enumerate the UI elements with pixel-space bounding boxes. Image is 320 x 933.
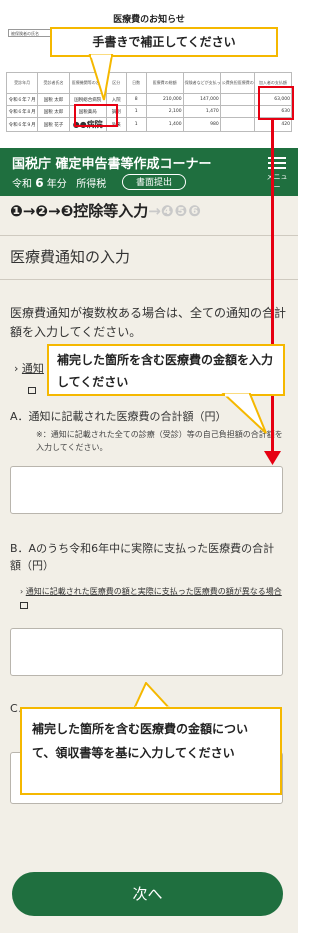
step-arrow-future: →	[148, 202, 161, 220]
connector-line	[271, 120, 274, 458]
cell: 8	[125, 93, 147, 106]
cell: 980	[182, 117, 221, 132]
cell: 令和６年７月	[5, 93, 39, 106]
divider	[0, 279, 298, 280]
step-1: ❶	[10, 202, 23, 220]
cell	[219, 105, 255, 118]
cell: 1	[125, 117, 147, 132]
notice-table-header: 受診年月 受診者氏名 医療機関等の名称 区分 日数 医療費の総額 保険者などが支…	[5, 72, 293, 94]
cell: 国税 花子	[37, 117, 70, 132]
cell: 令和６年８月	[5, 105, 39, 118]
app-title: 国税庁 確定申告書等作成コーナー	[12, 157, 212, 172]
instruction-text: 医療費通知が複数枚ある場合は、全ての通知の合計額を入力してください。	[10, 306, 287, 339]
external-link-icon	[20, 602, 28, 609]
tax-year: 令和 6 年分 所得税	[12, 175, 106, 190]
header-cell: 受診年月	[5, 72, 39, 94]
amount-a-input[interactable]	[10, 466, 283, 514]
notice-table: 受診年月 受診者氏名 医療機関等の名称 区分 日数 医療費の総額 保険者などが支…	[5, 72, 293, 132]
step-3-current: ❸	[60, 202, 74, 220]
callout-tail-top	[88, 54, 114, 101]
main-content: ❶→❷→❸控除等入力→❹❺❻ 医療費通知の入力 医療費通知が複数枚ある場合は、全…	[0, 196, 298, 933]
header-cell: 受診者氏名	[37, 72, 70, 94]
step-arrow: →	[22, 202, 36, 220]
question-b-link[interactable]: › 通知に記載された医療費の額と実際に支払った医療費の額が異なる場合	[20, 585, 284, 613]
callout-receipt-text: 補完した箇所を含む医療費の金額について、領収書等を基に入力してください	[32, 722, 249, 760]
cell	[219, 93, 255, 106]
chevron-right-icon: ›	[14, 362, 19, 375]
cell: 2,100	[145, 105, 184, 118]
year-prefix: 令和	[12, 179, 32, 190]
cell	[219, 117, 255, 132]
cell: 147,000	[182, 93, 221, 106]
callout-tail-mid	[221, 393, 267, 434]
header-cell: 保険者などが支払った額	[182, 72, 221, 94]
cell: 国税 太郎	[37, 105, 70, 118]
cell: 国税 太郎	[37, 93, 70, 106]
notice-link-text: 通知	[21, 362, 44, 375]
divider	[0, 235, 298, 236]
arrow-down-icon	[264, 451, 281, 465]
app-header: 国税庁 確定申告書等作成コーナー 令和 6 年分 所得税 書面提出 メニュー	[0, 148, 298, 196]
callout-handwrite: 手書きで補正してください	[50, 27, 278, 57]
tax-type: 所得税	[76, 179, 107, 190]
callout-enter-amount: 補完した箇所を含む医療費の金額を入力してください	[47, 344, 285, 396]
cell: 1,470	[182, 105, 221, 118]
cell: 令和６年９月	[5, 117, 39, 132]
menu-label: メニュー	[266, 173, 288, 191]
callout-tail-bottom	[132, 682, 173, 710]
table-row: 令和６年９月 国税 花子 ●●病院 外来 1 1,400 980 420	[5, 117, 293, 132]
amount-b-input[interactable]	[10, 628, 283, 676]
next-button[interactable]: 次へ	[12, 872, 283, 916]
notice-title: 医療費のお知らせ	[113, 15, 185, 25]
question-b-link-text: 通知に記載された医療費の額と実際に支払った医療費の額が異なる場合	[25, 587, 282, 596]
cell: 1	[125, 105, 147, 118]
header-cell: 医療費の総額	[145, 72, 184, 94]
page-title: 医療費通知の入力	[10, 248, 131, 266]
callout-enter-amount-text: 補完した箇所を含む医療費の金額を入力してください	[57, 353, 274, 389]
step-progress: ❶→❷→❸控除等入力→❹❺❻	[10, 200, 202, 221]
highlight-hospital-name	[74, 104, 118, 127]
year-number: 6	[35, 176, 44, 190]
header-cell: 日数	[125, 72, 147, 94]
cell: 210,000	[145, 93, 184, 106]
step-arrow: →	[47, 202, 61, 220]
year-suffix: 年分	[46, 179, 67, 190]
question-b-label: B．Aのうち令和6年中に実際に支払った医療費の合計額（円）	[10, 542, 275, 572]
callout-handwrite-text: 手書きで補正してください	[92, 35, 236, 49]
step-2: ❷	[35, 202, 48, 220]
step-3-label: 控除等入力	[73, 202, 149, 220]
notice-link[interactable]: › 通知	[14, 360, 44, 376]
table-row: 令和６年７月 国税 太郎 国税総合病院 入院 8 210,000 147,000…	[5, 93, 293, 106]
cell: 1,400	[145, 117, 184, 132]
highlight-payment-column	[258, 86, 294, 120]
callout-receipt: 補完した箇所を含む医療費の金額について、領収書等を基に入力してください	[20, 707, 282, 795]
chevron-right-icon: ›	[20, 587, 24, 596]
table-row: 令和６年８月 国税 太郎 国税薬局 調剤 1 2,100 1,470 630	[5, 105, 293, 118]
future-steps: ❹❺❻	[160, 202, 202, 220]
header-cell: 公費負担医療費の額	[219, 72, 255, 94]
menu-button[interactable]: メニュー	[266, 154, 288, 191]
medical-expense-notice: 医療費のお知らせ 被保険者の氏名 受診年月 受診者氏名 医療機関等の名称 区分 …	[0, 0, 298, 150]
external-link-icon	[28, 387, 36, 394]
paper-submission-button[interactable]: 書面提出	[122, 174, 186, 190]
